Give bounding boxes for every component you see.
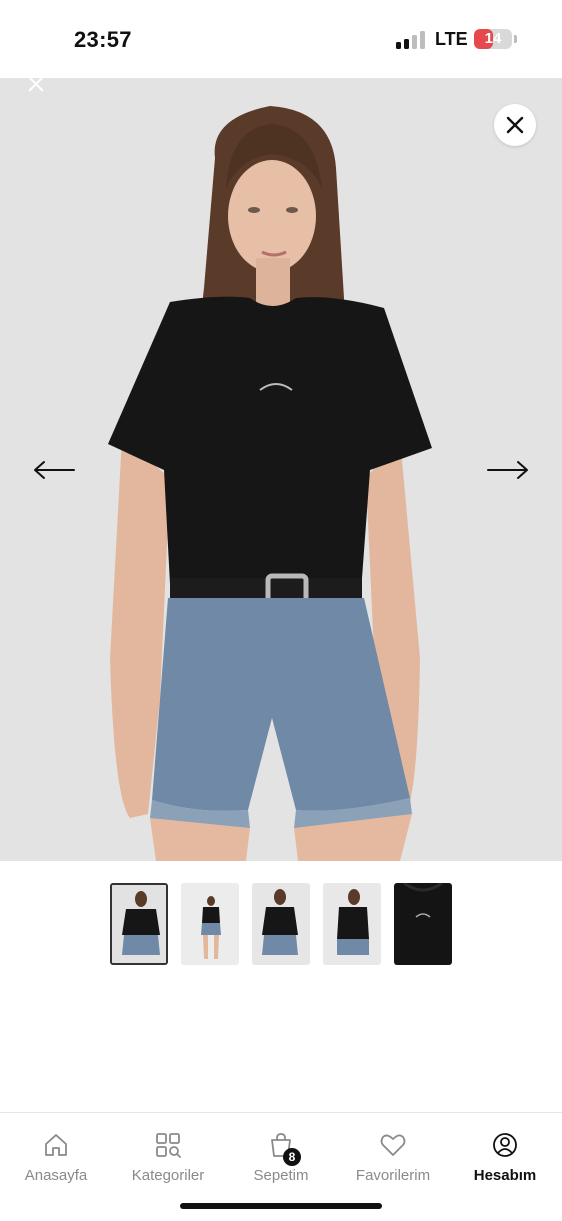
tab-kategoriler[interactable]: Kategoriler xyxy=(118,1131,218,1184)
next-image-button[interactable] xyxy=(486,459,530,481)
faint-close-icon xyxy=(28,78,44,92)
thumbnail-5[interactable] xyxy=(394,883,452,965)
tab-label: Kategoriler xyxy=(131,1167,205,1184)
account-icon xyxy=(493,1133,517,1157)
previous-image-button[interactable] xyxy=(32,459,76,481)
thumbnail-3[interactable] xyxy=(252,883,310,965)
tab-label: Anasayfa xyxy=(24,1167,88,1184)
signal-icon xyxy=(396,31,426,49)
tab-label: Hesabım xyxy=(473,1167,537,1184)
tab-label: Favorilerim xyxy=(355,1167,431,1184)
tab-favorilerim[interactable]: Favorilerim xyxy=(343,1131,443,1184)
thumbnail-image xyxy=(252,883,310,965)
tab-sepetim[interactable]: Sepetim xyxy=(231,1131,331,1184)
battery-icon: 14 xyxy=(474,29,512,49)
close-icon xyxy=(506,116,524,134)
thumbnail-2[interactable] xyxy=(181,883,239,965)
status-bar: 23:57 LTE 14 xyxy=(0,0,562,78)
thumbnail-image xyxy=(323,883,381,965)
thumbnail-image xyxy=(112,885,166,963)
thumbnail-image xyxy=(394,883,452,965)
thumbnail-image xyxy=(181,883,239,965)
home-indicator xyxy=(180,1203,382,1209)
thumbnail-4[interactable] xyxy=(323,883,381,965)
thumbnail-strip xyxy=(0,883,562,967)
battery-percent: 14 xyxy=(484,30,502,47)
cart-badge: 8 xyxy=(283,1148,301,1166)
thumbnail-1[interactable] xyxy=(110,883,168,965)
home-icon xyxy=(45,1134,67,1156)
product-image-gallery[interactable] xyxy=(0,78,562,861)
tab-hesabim[interactable]: Hesabım xyxy=(455,1131,555,1184)
network-label: LTE xyxy=(435,29,468,49)
heart-icon xyxy=(380,1134,406,1156)
tab-anasayfa[interactable]: Anasayfa xyxy=(6,1131,106,1184)
status-time: 23:57 xyxy=(74,27,132,52)
tab-label: Sepetim xyxy=(253,1167,309,1184)
close-button[interactable] xyxy=(494,104,536,146)
battery-tip xyxy=(514,35,517,43)
categories-icon xyxy=(156,1133,181,1158)
product-photo xyxy=(108,106,432,861)
